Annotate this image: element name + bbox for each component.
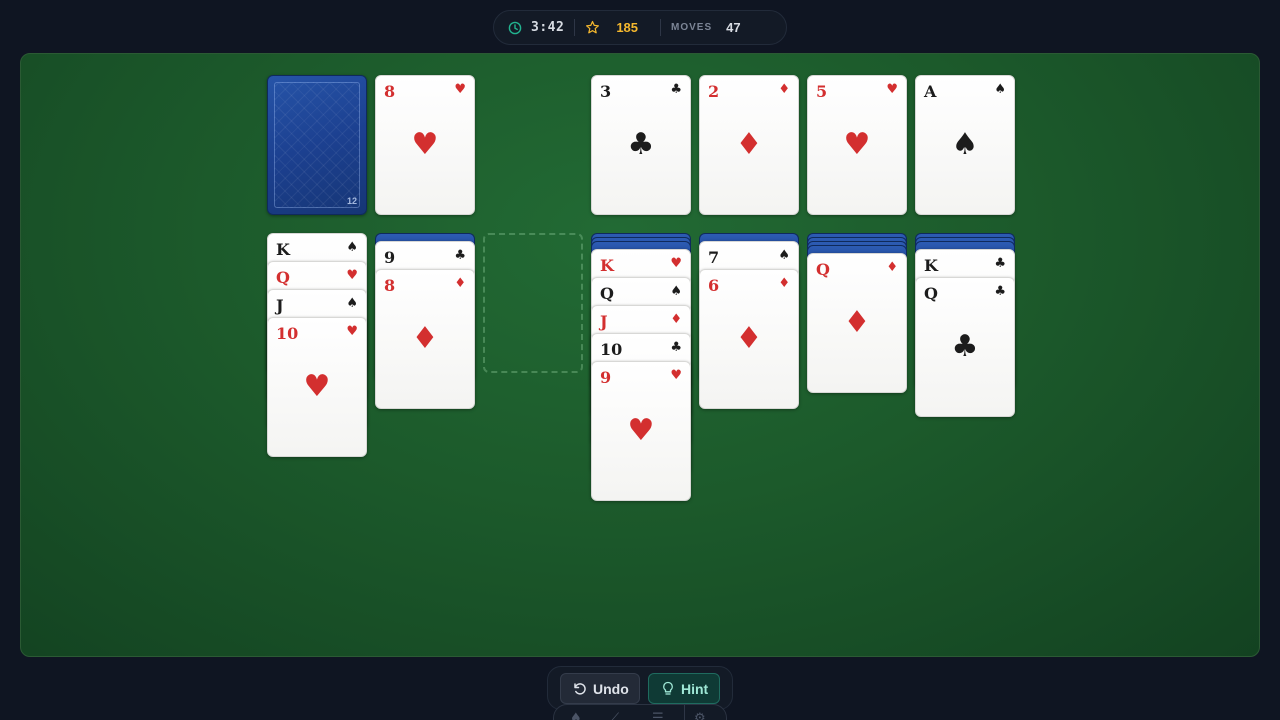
card-rank: Q: [276, 268, 290, 287]
card-suit-center: ♦: [411, 321, 439, 356]
card-suit-center: ♥: [303, 369, 331, 404]
divider: [684, 705, 685, 720]
undo-icon: [574, 683, 586, 695]
timer: 3:42: [508, 11, 564, 44]
card-suit-small: ♦: [778, 276, 790, 291]
card-suit-center: ♦: [843, 305, 871, 340]
foundation-pile-3[interactable]: 5 ♥ ♥: [807, 75, 907, 215]
card-suit-small: ♠: [670, 284, 682, 299]
moves: MOVES 47: [671, 11, 741, 44]
tableau-card[interactable]: Q ♦ ♦: [807, 253, 907, 393]
card-rank: 7: [708, 248, 720, 267]
card-suit-small: ♥: [346, 324, 358, 339]
card-suit-small: ♦: [670, 312, 682, 327]
tableau-card[interactable]: 10 ♥ ♥: [267, 317, 367, 457]
card-suit-center: ♠: [951, 127, 979, 162]
card-rank: K: [600, 256, 614, 275]
game-table: 12 8 ♥ ♥ 3 ♣ ♣ 2 ♦ ♦ 5 ♥ ♥ A ♠ ♠ K ♠ ♠ Q ♥ ♥ J ♠ ♠ 10 ♥ ♥ 9 ♣ ♣ 8 ♦ ♦…: [20, 53, 1260, 657]
timer-value: 3:42: [531, 20, 565, 35]
foundation-pile-2[interactable]: 2 ♦ ♦: [699, 75, 799, 215]
card-rank: Q: [924, 284, 938, 303]
waste-card[interactable]: 8 ♥ ♥: [375, 75, 475, 215]
star-icon: [586, 20, 600, 34]
lightbulb-icon: [663, 681, 673, 695]
card-suit-small: ♥: [886, 82, 898, 97]
card-suit-small: ♥: [670, 368, 682, 383]
moves-label: MOVES: [671, 22, 713, 33]
status-bar: 3:42 185 MOVES 47: [493, 10, 787, 45]
hint-button[interactable]: Hint: [648, 673, 720, 704]
foundation-pile-1[interactable]: 3 ♣ ♣: [591, 75, 691, 215]
tableau-card[interactable]: 9 ♥ ♥: [591, 361, 691, 501]
card-rank: 10: [600, 340, 623, 359]
hint-label: Hint: [681, 680, 709, 697]
spade-icon[interactable]: ♠: [570, 711, 582, 720]
score: 185: [585, 11, 650, 44]
card-suit-small: ♣: [454, 248, 466, 263]
card-suit-center: ♥: [627, 413, 655, 448]
card-rank: 3: [600, 82, 612, 101]
card-rank: K: [276, 240, 290, 259]
card-rank: 5: [816, 82, 828, 101]
card-suit-small: ♦: [454, 276, 466, 291]
card-rank: A: [924, 82, 937, 101]
card-suit-center: ♦: [735, 321, 763, 356]
empty-tableau-slot[interactable]: [483, 233, 583, 373]
card-suit-small: ♣: [670, 340, 682, 355]
card-suit-small: ♠: [346, 296, 358, 311]
card-suit-center: ♦: [735, 127, 763, 162]
card-suit-small: ♣: [994, 284, 1006, 299]
divider: [660, 19, 662, 36]
tableau-card[interactable]: Q ♣ ♣: [915, 277, 1015, 417]
card-rank: 9: [600, 368, 612, 387]
card-rank: Q: [600, 284, 614, 303]
card-suit-small: ♠: [994, 82, 1006, 97]
card-rank: 6: [708, 276, 720, 295]
broom-icon[interactable]: ⟋: [610, 711, 619, 720]
divider: [574, 19, 576, 36]
tableau-card[interactable]: 6 ♦ ♦: [699, 269, 799, 409]
tableau-card[interactable]: 8 ♦ ♦: [375, 269, 475, 409]
card-suit-small: ♣: [994, 256, 1006, 271]
moves-value: 47: [726, 20, 741, 35]
foundation-pile-4[interactable]: A ♠ ♠: [915, 75, 1015, 215]
card-rank: J: [600, 312, 608, 331]
card-suit-center: ♥: [411, 127, 439, 162]
undo-label: Undo: [593, 680, 629, 697]
card-suit-small: ♦: [886, 260, 898, 275]
card-suit-small: ♣: [670, 82, 682, 97]
card-rank: Q: [816, 260, 830, 279]
card-suit-small: ♥: [670, 256, 682, 271]
card-rank: 10: [276, 324, 299, 343]
card-rank: 8: [384, 276, 396, 295]
card-rank: J: [276, 296, 284, 315]
card-back-pattern: [274, 82, 360, 208]
card-rank: 9: [384, 248, 396, 267]
settings-icon[interactable]: ⚙: [694, 711, 706, 720]
bottom-dock: ♠ ⟋ ☰ ⚙: [553, 704, 727, 720]
card-suit-center: ♥: [843, 127, 871, 162]
card-suit-small: ♠: [346, 240, 358, 255]
card-suit-small: ♠: [778, 248, 790, 263]
stock-count: 12: [346, 196, 357, 206]
menu-icon[interactable]: ☰: [652, 711, 664, 720]
card-rank: K: [924, 256, 938, 275]
card-suit-small: ♥: [454, 82, 466, 97]
clock-icon: [508, 21, 522, 34]
card-suit-small: ♦: [778, 82, 790, 97]
undo-button[interactable]: Undo: [560, 673, 640, 704]
card-suit-small: ♥: [346, 268, 358, 283]
card-rank: 8: [384, 82, 396, 101]
stock-pile[interactable]: 12: [267, 75, 367, 215]
card-suit-center: ♣: [627, 127, 655, 162]
card-suit-center: ♣: [951, 329, 979, 364]
score-value: 185: [616, 20, 639, 35]
card-rank: 2: [708, 82, 720, 101]
